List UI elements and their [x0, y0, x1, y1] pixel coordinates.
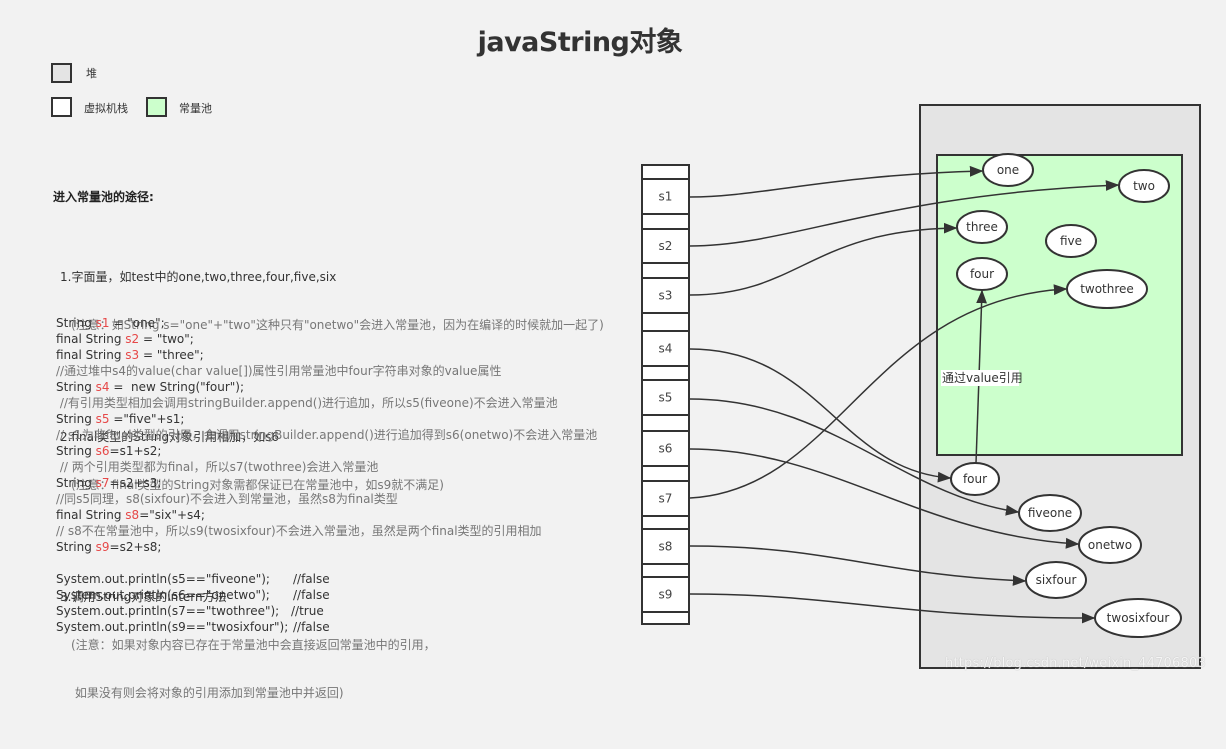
note-item-detail: 如果没有则会将对象的引用添加到常量池中并返回) — [71, 686, 344, 700]
arrow-s4-four-heap — [689, 348, 952, 483]
heap-node-label: onetwo — [1088, 538, 1132, 552]
stack-slot-label: s5 — [659, 391, 673, 405]
pool-node-label: one — [997, 163, 1019, 177]
pool-node-label: four — [970, 267, 994, 281]
pool-node-label: three — [966, 220, 998, 234]
heap-node-label: four — [963, 472, 987, 486]
memory-diagram: s1s2s3s4s5s6s7s8s9 通过value引用 onetwothree… — [641, 104, 1201, 669]
stack-slot-label: s4 — [659, 342, 673, 356]
heap-node-label: fiveone — [1028, 506, 1072, 520]
stack-slot-label: s7 — [659, 492, 673, 506]
pool-node-label: twothree — [1080, 282, 1134, 296]
value-ref-label: 通过value引用 — [942, 371, 1023, 385]
stack-slot-label: s1 — [659, 190, 673, 204]
heap-node-label: twosixfour — [1107, 611, 1170, 625]
stack-slot-label: s6 — [659, 442, 673, 456]
pool-node-label: five — [1060, 234, 1082, 248]
stack-slot-label: s8 — [659, 540, 673, 554]
stack-slot-label: s9 — [659, 588, 673, 602]
stack-slot-label: s2 — [659, 239, 673, 253]
stack-slot-label: s3 — [659, 289, 673, 303]
arrow-s3-three — [689, 222, 958, 296]
vm-stack: s1 s2 s3 s4 s5 s6 s7 s8 s9 — [641, 164, 690, 625]
heap-node-label: sixfour — [1036, 573, 1077, 587]
watermark: https://blog.csdn.net/weixin_44706803 — [945, 656, 1206, 671]
pool-node-label: two — [1133, 179, 1155, 193]
